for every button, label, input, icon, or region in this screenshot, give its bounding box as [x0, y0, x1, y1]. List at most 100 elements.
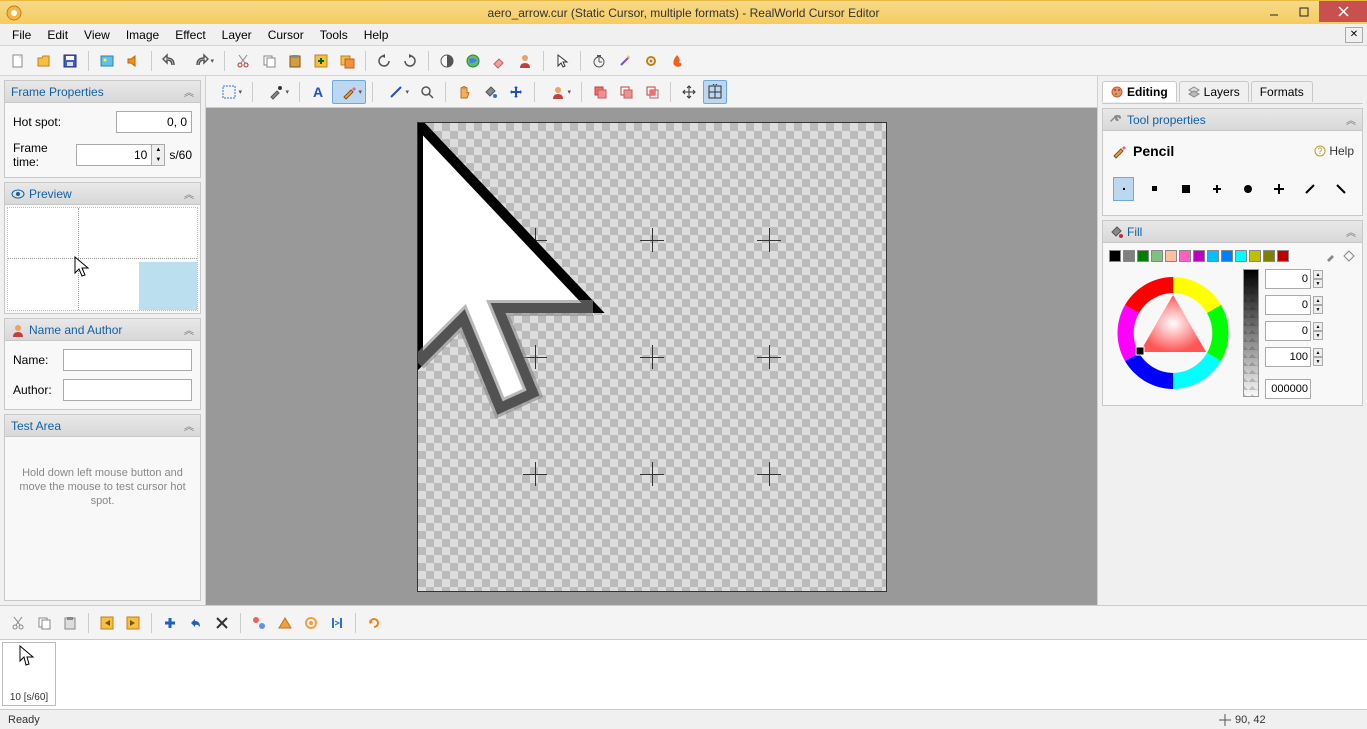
brush-cross-l[interactable] [1269, 177, 1290, 201]
move-tool[interactable] [504, 80, 528, 104]
erase-button[interactable] [487, 49, 511, 73]
menu-image[interactable]: Image [118, 26, 167, 44]
tab-editing[interactable]: Editing [1102, 81, 1177, 102]
insert-after-button[interactable] [121, 611, 145, 635]
add-button[interactable] [309, 49, 333, 73]
reload-button[interactable] [362, 611, 386, 635]
add-frame-button[interactable] [158, 611, 182, 635]
swatch-2[interactable] [1137, 250, 1149, 262]
swatch-8[interactable] [1221, 250, 1233, 262]
duplicate-frame-button[interactable] [184, 611, 208, 635]
copy-button[interactable] [257, 49, 281, 73]
b-input[interactable] [1265, 321, 1311, 341]
color-wheel[interactable] [1109, 269, 1237, 397]
more-icon[interactable] [1342, 249, 1356, 263]
brush-3px[interactable] [1175, 177, 1196, 201]
paste-button[interactable] [283, 49, 307, 73]
bucket-tool[interactable] [478, 80, 502, 104]
swatch-11[interactable] [1263, 250, 1275, 262]
cut-frame-button[interactable] [6, 611, 30, 635]
paste-frame-button[interactable] [58, 611, 82, 635]
swatch-3[interactable] [1151, 250, 1163, 262]
sound-button[interactable] [121, 49, 145, 73]
name-author-header[interactable]: Name and Author ︽ [5, 319, 200, 341]
alpha-strip[interactable] [1243, 269, 1259, 397]
menu-layer[interactable]: Layer [214, 26, 260, 44]
swatch-6[interactable] [1193, 250, 1205, 262]
spin-up[interactable]: ▲ [152, 145, 164, 155]
frametime-spinbox[interactable]: ▲▼ [76, 144, 165, 166]
frame-properties-header[interactable]: Frame Properties ︽ [5, 81, 200, 103]
hotspot-input[interactable] [116, 111, 192, 133]
pointer-tool[interactable] [550, 49, 574, 73]
name-input[interactable] [63, 349, 192, 371]
r-input[interactable] [1265, 269, 1311, 289]
cut-button[interactable] [231, 49, 255, 73]
swatch-7[interactable] [1207, 250, 1219, 262]
save-button[interactable] [58, 49, 82, 73]
menu-view[interactable]: View [76, 26, 118, 44]
text-tool[interactable]: A [306, 80, 330, 104]
maximize-button[interactable] [1289, 1, 1319, 22]
layer-intersect-button[interactable] [640, 80, 664, 104]
frame-tool-2[interactable] [273, 611, 297, 635]
eyedropper-tool[interactable] [259, 80, 293, 104]
person-tool[interactable] [541, 80, 575, 104]
brush-2px[interactable] [1144, 177, 1165, 201]
swatch-4[interactable] [1165, 250, 1177, 262]
tool-properties-header[interactable]: Tool properties ︽ [1103, 109, 1362, 131]
close-document-button[interactable]: ✕ [1345, 27, 1363, 43]
move-origin-button[interactable] [677, 80, 701, 104]
wand-icon[interactable] [613, 49, 637, 73]
brush-round[interactable] [1238, 177, 1259, 201]
hand-tool[interactable] [452, 80, 476, 104]
menu-file[interactable]: File [4, 26, 39, 44]
redo-button[interactable] [184, 49, 218, 73]
fire-icon[interactable] [665, 49, 689, 73]
delete-frame-button[interactable] [210, 611, 234, 635]
help-link[interactable]: ? Help [1313, 144, 1354, 158]
menu-tools[interactable]: Tools [312, 26, 356, 44]
copy-frame-button[interactable] [32, 611, 56, 635]
person-button[interactable] [513, 49, 537, 73]
swatch-1[interactable] [1123, 250, 1135, 262]
hex-input[interactable] [1265, 379, 1311, 399]
move-grid-button[interactable] [703, 80, 727, 104]
layer-union-button[interactable] [614, 80, 638, 104]
tab-layers[interactable]: Layers [1179, 81, 1249, 102]
frametime-input[interactable] [76, 144, 152, 166]
menu-effect[interactable]: Effect [167, 26, 213, 44]
undo-button[interactable] [158, 49, 182, 73]
swatch-5[interactable] [1179, 250, 1191, 262]
frame-tool-3[interactable] [299, 611, 323, 635]
minimize-button[interactable] [1259, 1, 1289, 22]
frame-tool-4[interactable] [325, 611, 349, 635]
timer-icon[interactable] [587, 49, 611, 73]
rotate-left-button[interactable] [372, 49, 396, 73]
frame-tool-1[interactable] [247, 611, 271, 635]
brush-diag1[interactable] [1300, 177, 1321, 201]
test-area-header[interactable]: Test Area ︽ [5, 415, 200, 437]
brush-cross-s[interactable] [1206, 177, 1227, 201]
brush-diag2[interactable] [1331, 177, 1352, 201]
fill-header[interactable]: Fill ︽ [1103, 221, 1362, 243]
preview-area[interactable] [7, 207, 198, 311]
swatch-9[interactable] [1235, 250, 1247, 262]
close-button[interactable] [1319, 1, 1367, 22]
duplicate-button[interactable] [335, 49, 359, 73]
swatch-10[interactable] [1249, 250, 1261, 262]
tab-formats[interactable]: Formats [1251, 81, 1313, 102]
layer-red-button[interactable] [588, 80, 612, 104]
open-button[interactable] [32, 49, 56, 73]
menu-edit[interactable]: Edit [39, 26, 76, 44]
brush-1px[interactable] [1113, 177, 1134, 201]
spin-down[interactable]: ▼ [152, 155, 164, 165]
menu-cursor[interactable]: Cursor [260, 26, 312, 44]
world-button[interactable] [461, 49, 485, 73]
gear-icon[interactable] [639, 49, 663, 73]
preview-header[interactable]: Preview ︽ [5, 183, 200, 205]
eyedropper-icon[interactable] [1324, 249, 1338, 263]
test-area[interactable]: Hold down left mouse button and move the… [5, 437, 200, 537]
select-tool[interactable] [212, 80, 246, 104]
pencil-tool[interactable] [332, 80, 366, 104]
